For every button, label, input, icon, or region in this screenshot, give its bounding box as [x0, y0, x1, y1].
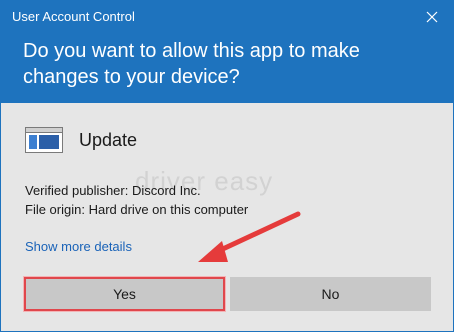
dialog-header: User Account Control Do you want to allo…	[1, 1, 453, 103]
app-name: Update	[79, 129, 138, 150]
no-button[interactable]: No	[230, 277, 431, 311]
origin-text: File origin: Hard drive on this computer	[25, 202, 249, 217]
app-info-row: Update	[25, 126, 137, 154]
window-title: User Account Control	[12, 9, 135, 24]
publisher-details: Verified publisher: Discord Inc. File or…	[25, 181, 248, 219]
yes-button[interactable]: Yes	[23, 276, 226, 312]
consent-question: Do you want to allow this app to make ch…	[23, 40, 360, 88]
close-button[interactable]	[417, 3, 447, 31]
window-app-icon	[25, 127, 63, 153]
show-more-details-link[interactable]: Show more details	[25, 239, 132, 254]
close-icon	[426, 11, 438, 23]
uac-dialog: User Account Control Do you want to allo…	[0, 0, 454, 332]
publisher-text: Verified publisher: Discord Inc.	[25, 183, 201, 198]
